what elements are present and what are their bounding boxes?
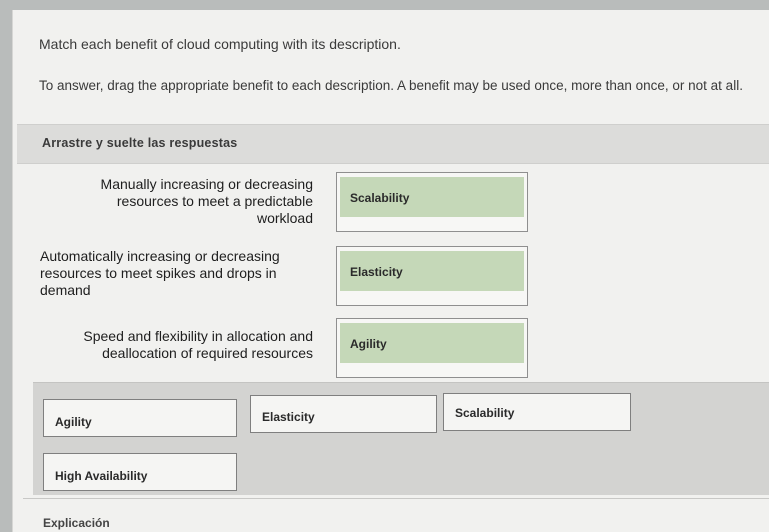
answer-chip-2[interactable]: Elasticity: [340, 251, 524, 291]
explanation-link[interactable]: Explicación: [43, 516, 110, 532]
instructions-text: To answer, drag the appropriate benefit …: [39, 78, 743, 93]
description-1: Manually increasing or decreasing resour…: [100, 176, 313, 226]
drop-target-1[interactable]: Scalability: [336, 172, 528, 232]
drag-drop-header: Arrastre y suelte las respuestas: [17, 124, 769, 164]
drop-target-2[interactable]: Elasticity: [336, 246, 528, 306]
option-scalability[interactable]: Scalability: [443, 393, 631, 431]
drag-drop-header-label: Arrastre y suelte las respuestas: [42, 136, 238, 150]
answer-chip-1[interactable]: Scalability: [340, 177, 524, 217]
description-2: Automatically increasing or decreasing r…: [40, 248, 280, 298]
option-high-availability[interactable]: High Availability: [43, 453, 237, 491]
drop-target-3[interactable]: Agility: [336, 318, 528, 378]
question-page: Match each benefit of cloud computing wi…: [12, 10, 769, 532]
question-text: Match each benefit of cloud computing wi…: [39, 36, 401, 52]
option-elasticity[interactable]: Elasticity: [250, 395, 437, 433]
description-3: Speed and flexibility in allocation and …: [83, 328, 313, 361]
answer-chip-3[interactable]: Agility: [340, 323, 524, 363]
footer-divider: [23, 498, 769, 499]
options-pool: Agility Elasticity Scalability High Avai…: [33, 382, 769, 495]
option-agility[interactable]: Agility: [43, 399, 237, 437]
